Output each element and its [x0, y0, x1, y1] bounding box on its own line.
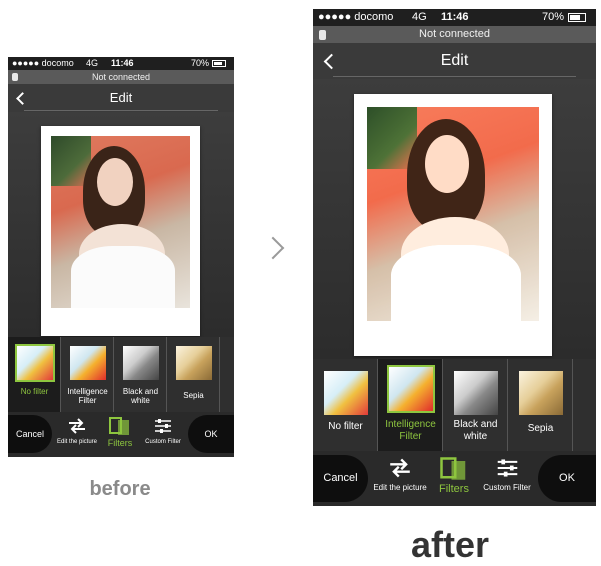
next-arrow-icon [261, 236, 285, 260]
filter-black-white[interactable]: Black and white [443, 359, 508, 451]
print-frame [41, 126, 200, 336]
caption-after: after [410, 524, 490, 565]
cancel-button[interactable]: Cancel [8, 415, 52, 453]
custom-filter-button[interactable]: Custom Filter [478, 457, 536, 492]
nav-bar: Edit [313, 43, 596, 79]
battery-icon [568, 13, 586, 22]
filter-thumb-icon [175, 346, 212, 380]
connection-status: Not connected [419, 28, 490, 40]
printer-lock-icon [319, 30, 326, 40]
filter-intelligence[interactable]: Intelligence Filter [378, 359, 443, 451]
connection-status: Not connected [91, 72, 151, 82]
filter-thumb-icon [386, 365, 435, 413]
filter-intelligence[interactable]: Intelligence Filter [61, 337, 114, 412]
carrier: ●●●●● docomo [12, 58, 74, 68]
photo-area [313, 79, 596, 359]
back-chevron-icon[interactable] [323, 53, 340, 70]
battery-level: 70% [191, 58, 210, 68]
custom-filter-sliders-icon [497, 459, 517, 477]
filter-black-white[interactable]: Black and white [114, 337, 167, 412]
edit-arrows-icon [69, 418, 85, 434]
filter-sepia[interactable]: Sepia [167, 337, 220, 412]
filter-thumb-icon [14, 344, 55, 382]
filters-button[interactable]: Filters [102, 416, 138, 448]
filter-thumb-icon [122, 346, 159, 380]
bottom-toolbar: Cancel Edit the picture Filters Custom F… [8, 412, 234, 457]
filters-icon [109, 417, 129, 435]
network: 4G [412, 11, 427, 23]
status-bar: ●●●●● docomo 4G 11:46 70% [8, 57, 234, 70]
caption-before: before [89, 478, 151, 500]
battery-level: 70% [542, 11, 565, 23]
filters-icon [440, 457, 466, 480]
filter-strip: No filter Intelligence Filter Black and … [313, 359, 596, 451]
print-frame [354, 94, 552, 356]
filter-thumb-icon [69, 346, 106, 380]
cancel-button[interactable]: Cancel [313, 455, 368, 502]
nav-bar: Edit [8, 84, 234, 112]
time: 11:46 [441, 11, 469, 23]
connection-bar: Not connected [313, 26, 596, 43]
carrier: ●●●●● docomo [318, 11, 394, 23]
filter-thumb-icon [453, 371, 498, 415]
photo [367, 107, 539, 321]
edit-arrows-icon [390, 458, 410, 478]
filters-button[interactable]: Filters [431, 456, 477, 495]
photo [51, 136, 190, 308]
connection-bar: Not connected [8, 70, 234, 84]
page-title: Edit [109, 90, 133, 105]
filter-thumb-icon [518, 371, 563, 415]
filter-no-filter[interactable]: No filter [313, 359, 378, 451]
before-phone: ●●●●● docomo 4G 11:46 70% Not connected … [8, 57, 234, 457]
filter-strip: No filter Intelligence Filter Black and … [8, 337, 234, 412]
photo-area [8, 112, 234, 337]
filter-no-filter[interactable]: No filter [8, 337, 61, 412]
network: 4G [86, 58, 99, 68]
ok-button[interactable]: OK [188, 415, 234, 453]
custom-filter-sliders-icon [155, 419, 171, 433]
printer-lock-icon [12, 73, 18, 81]
after-phone: ●●●●● docomo 4G 11:46 70% Not connected … [313, 9, 596, 506]
status-bar: ●●●●● docomo 4G 11:46 70% [313, 9, 596, 26]
page-title: Edit [440, 52, 469, 69]
edit-picture-button[interactable]: Edit the picture [370, 457, 430, 492]
filter-thumb-icon [323, 371, 368, 415]
bottom-toolbar: Cancel Edit the picture Filters Custom F… [313, 451, 596, 506]
edit-picture-button[interactable]: Edit the picture [53, 417, 101, 445]
custom-filter-button[interactable]: Custom Filter [140, 417, 186, 445]
time: 11:46 [111, 58, 134, 68]
battery-icon [212, 60, 226, 67]
filter-sepia[interactable]: Sepia [508, 359, 573, 451]
back-chevron-icon[interactable] [16, 92, 29, 105]
ok-button[interactable]: OK [538, 455, 596, 502]
